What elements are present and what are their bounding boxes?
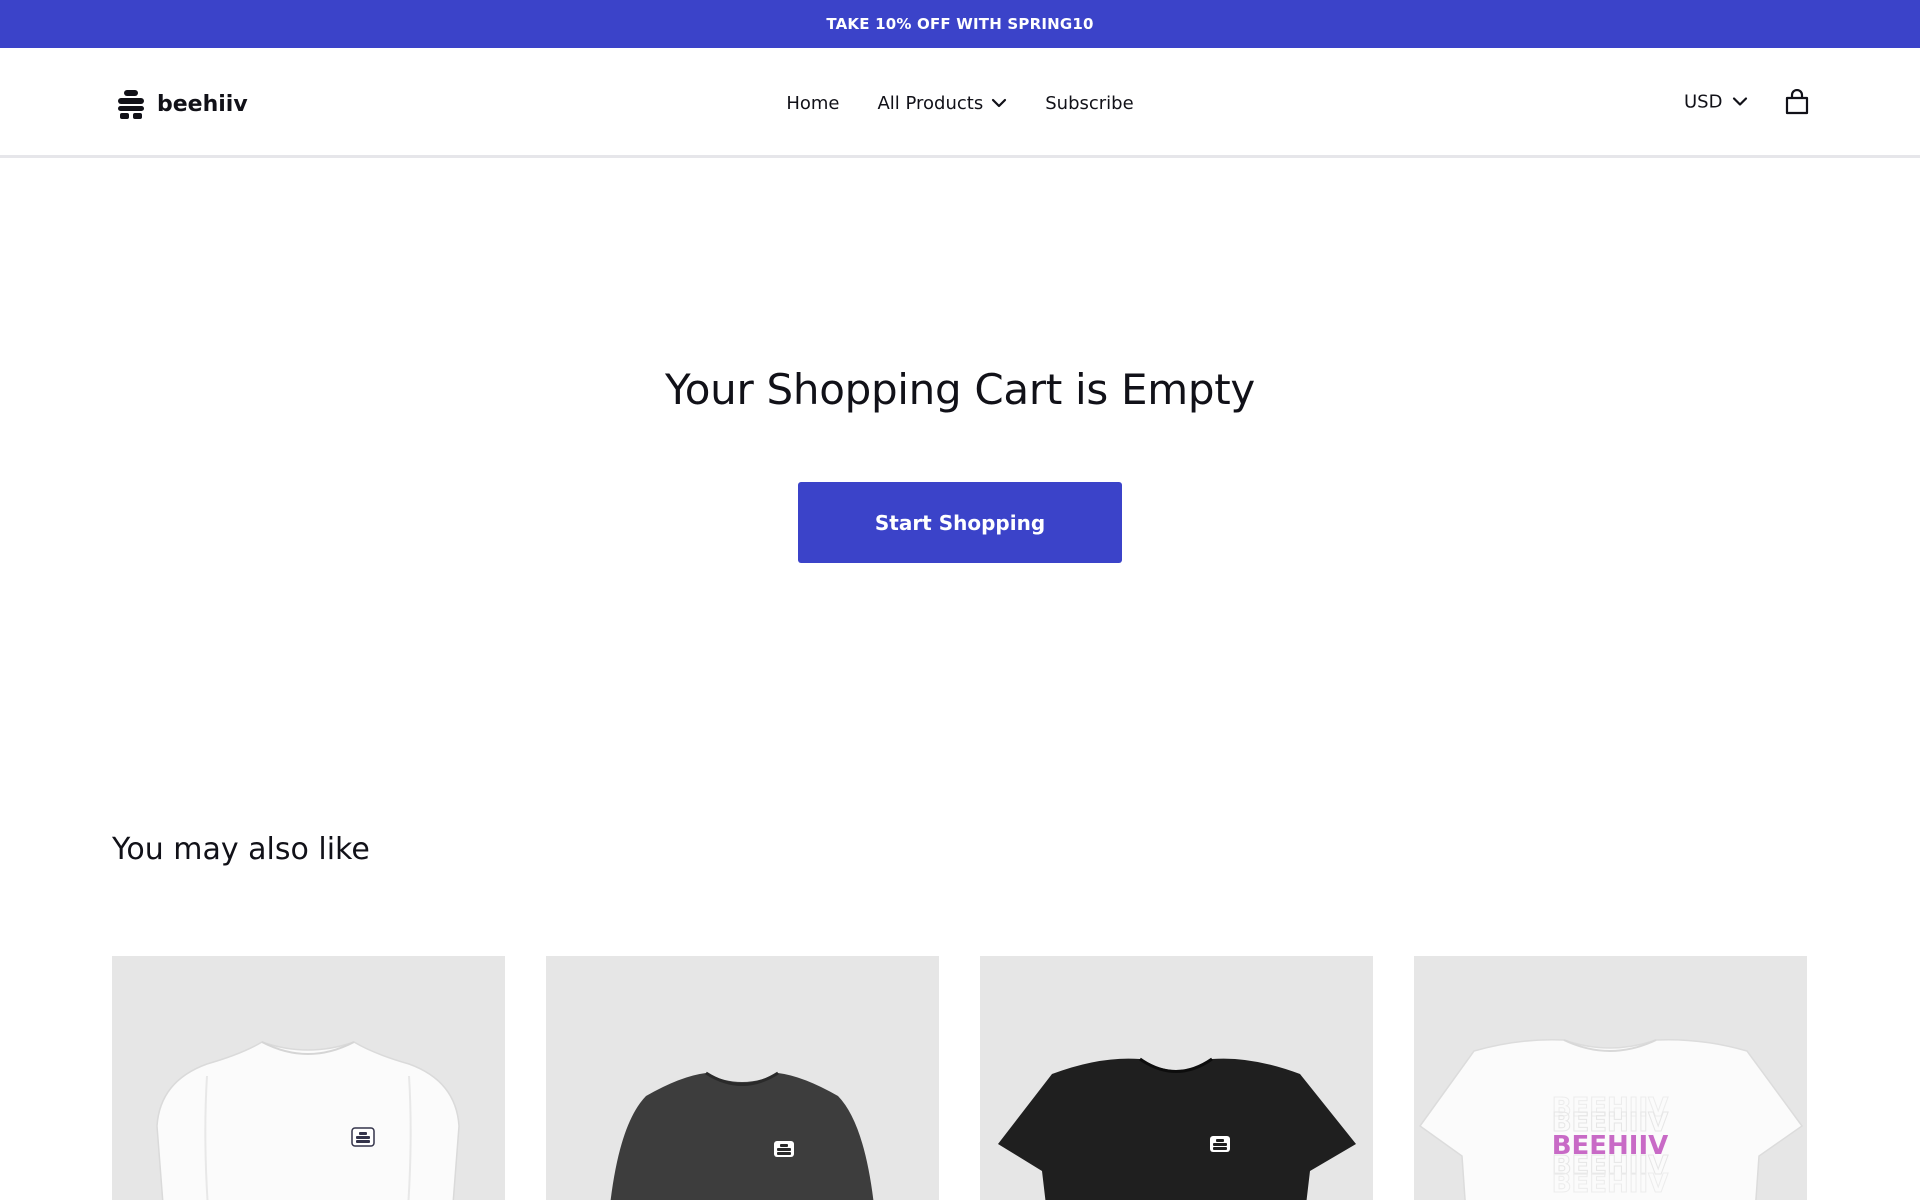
empty-cart-title: Your Shopping Cart is Empty: [665, 365, 1255, 414]
nav-item-all-products[interactable]: All Products: [877, 93, 1007, 114]
cart-button[interactable]: [1784, 88, 1810, 115]
product-card-charcoal-sweatshirt[interactable]: [546, 956, 939, 1200]
white-tshirt-print-image: BEEHIIV BEEHIIV BEEHIIV BEEHIIV BEEHIIV: [1418, 1039, 1804, 1200]
chevron-down-icon: [992, 98, 1007, 108]
nav-item-label: Home: [786, 92, 840, 114]
main-nav: Home All Products Subscribe: [0, 48, 1920, 158]
nav-item-label: Subscribe: [1045, 92, 1134, 114]
logo-link[interactable]: beehiiv: [115, 88, 248, 120]
black-tshirt-image: [998, 1057, 1356, 1200]
beehive-logo-icon: [118, 90, 144, 119]
product-card-white-tshirt-print[interactable]: BEEHIIV BEEHIIV BEEHIIV BEEHIIV BEEHIIV: [1414, 956, 1807, 1200]
promo-banner: TAKE 10% OFF WITH SPRING10: [0, 0, 1920, 48]
shopping-bag-icon: [1785, 88, 1809, 114]
chevron-down-icon: [1733, 97, 1748, 106]
svg-text:BEEHIIV: BEEHIIV: [1552, 1169, 1669, 1199]
currency-selector[interactable]: USD: [1684, 91, 1748, 112]
product-card-white-sweatshirt[interactable]: [112, 956, 505, 1200]
logo-text: beehiiv: [157, 91, 248, 117]
promo-text: TAKE 10% OFF WITH SPRING10: [826, 15, 1094, 33]
nav-item-home[interactable]: Home: [786, 93, 839, 114]
recommendations-title: You may also like: [112, 832, 370, 867]
nav-item-label: All Products: [877, 92, 984, 114]
product-card-black-tshirt[interactable]: [980, 956, 1373, 1200]
charcoal-sweatshirt-image: [610, 1071, 874, 1200]
start-shopping-button[interactable]: Start Shopping: [798, 482, 1122, 563]
nav-item-subscribe[interactable]: Subscribe: [1045, 93, 1133, 114]
product-grid: BEEHIIV BEEHIIV BEEHIIV BEEHIIV BEEHIIV: [112, 956, 1807, 1200]
site-header: beehiiv Home All Products Subscribe USD: [0, 48, 1920, 158]
white-sweatshirt-image: [156, 1041, 460, 1200]
currency-label: USD: [1684, 91, 1723, 112]
